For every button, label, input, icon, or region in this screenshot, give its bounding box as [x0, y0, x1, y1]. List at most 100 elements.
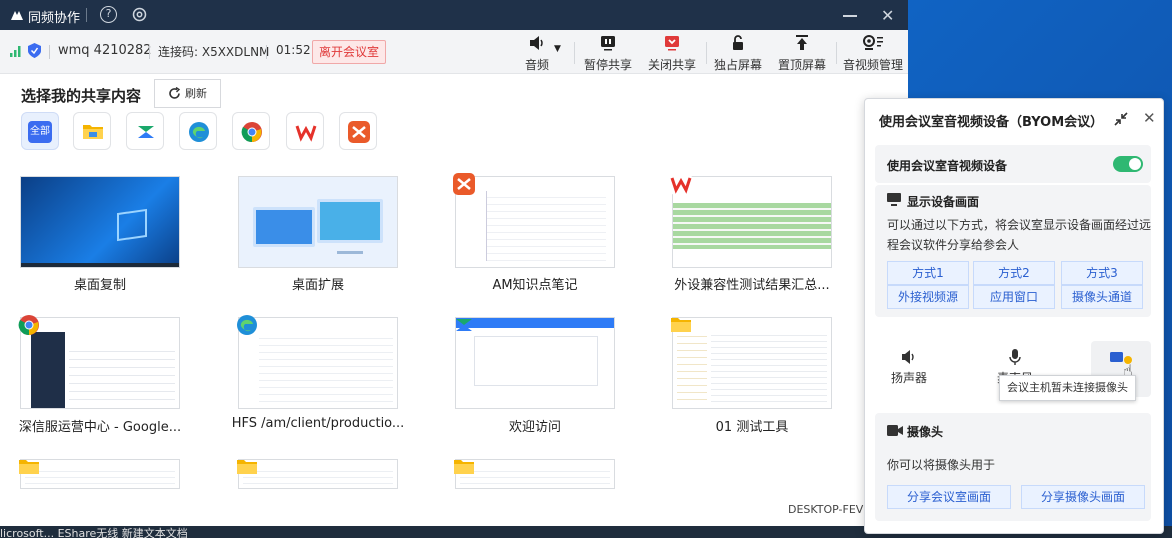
- share-section-title: 选择我的共享内容: [21, 87, 142, 105]
- camera-card: 摄像头 你可以将摄像头用于 分享会议室画面 分享摄像头画面: [875, 413, 1151, 521]
- share-item-test-tools[interactable]: [672, 317, 832, 409]
- folder-icon: [83, 125, 103, 139]
- title-separator: [86, 8, 87, 22]
- explorer-preview: [243, 466, 393, 488]
- toolbar-audio-label: 音频: [524, 58, 549, 72]
- share-camera-view-button[interactable]: 分享摄像头画面: [1021, 485, 1145, 509]
- share-item-explorer-1[interactable]: [20, 459, 180, 489]
- toolbar-av-manage[interactable]: 音视频管理: [842, 34, 904, 72]
- hostname: DESKTOP-FEVE: [788, 503, 871, 516]
- filter-file-explorer[interactable]: [73, 112, 111, 150]
- explorer-preview: [460, 466, 610, 488]
- toolbar-stop-share[interactable]: 关闭共享: [648, 34, 696, 72]
- share-item-label: 外设兼容性测试结果汇总...: [674, 278, 830, 293]
- video-camera-icon: [887, 425, 903, 436]
- share-item-label: 欢迎访问: [508, 420, 561, 435]
- filter-all[interactable]: 全部: [21, 112, 59, 150]
- share-item-am-notes[interactable]: [455, 176, 615, 268]
- share-item-welcome[interactable]: [455, 317, 615, 409]
- taskbar-text: licrosoft... EShare无线 新建文本文档: [0, 527, 188, 538]
- info-separator: [49, 45, 50, 59]
- toolbar-exclusive-label: 独占屏幕: [714, 58, 763, 72]
- leave-meeting-button[interactable]: 离开会议室: [312, 40, 386, 64]
- minimize-button[interactable]: [843, 15, 857, 17]
- toolbar-audio[interactable]: 音频: [520, 34, 554, 72]
- connection-code: 连接码: X5XXDLNM: [158, 45, 270, 59]
- filter-xmind[interactable]: [339, 112, 377, 150]
- av-manage-icon: [863, 35, 883, 50]
- share-item-explorer-3[interactable]: [455, 459, 615, 489]
- audio-dropdown-icon[interactable]: ▼: [554, 44, 561, 54]
- file-list-preview: [259, 332, 393, 402]
- option-camera-channel[interactable]: 摄像头通道: [1061, 285, 1143, 309]
- option-method-2[interactable]: 方式2: [973, 261, 1055, 285]
- toolbar-pause-share-label: 暂停共享: [584, 58, 633, 72]
- panel-close-button[interactable]: ✕: [1143, 109, 1156, 127]
- toolbar-exclusive-screen[interactable]: 独占屏幕: [714, 34, 762, 72]
- share-item-explorer-2[interactable]: [238, 459, 398, 489]
- console-table-preview: [69, 344, 175, 404]
- toolbar-pin-top[interactable]: 置顶屏幕: [778, 34, 826, 72]
- app-s-icon: [456, 319, 472, 331]
- toolbar-stop-share-label: 关闭共享: [648, 58, 697, 72]
- refresh-button[interactable]: 刷新: [154, 79, 221, 108]
- share-item-label: AM知识点笔记: [492, 278, 578, 293]
- chrome-icon: [18, 315, 39, 336]
- camera-tooltip: 会议主机暂未连接摄像头: [999, 375, 1136, 401]
- share-item-hfs[interactable]: [238, 317, 398, 409]
- option-method-3[interactable]: 方式3: [1061, 261, 1143, 285]
- share-item-label: 01 测试工具: [715, 420, 789, 435]
- spreadsheet-preview: [673, 203, 831, 249]
- main-window: 同频协作 ? ✕ wmq 4210282 连接码: X5XXDLNM 01:52…: [0, 0, 908, 526]
- help-icon[interactable]: ?: [100, 6, 117, 23]
- option-external-video[interactable]: 外接视频源: [887, 285, 969, 309]
- toolbar-separator: [706, 42, 707, 64]
- folder-icon: [454, 460, 474, 474]
- xmind-icon: [348, 121, 370, 143]
- file-grid-preview: [711, 330, 827, 406]
- share-item-sangfor-console[interactable]: [20, 317, 180, 409]
- option-app-window[interactable]: 应用窗口: [973, 285, 1055, 309]
- document-preview: [486, 191, 606, 261]
- monitor-left-icon: [253, 207, 315, 247]
- monitor-stand: [337, 251, 363, 254]
- display-device-desc-line1: 可以通过以下方式，将会议室显示设备画面经过远: [887, 218, 1152, 232]
- share-item-desktop-copy[interactable]: [20, 176, 180, 268]
- explorer-preview: [25, 466, 175, 488]
- toolbar-pause-share[interactable]: 暂停共享: [584, 34, 632, 72]
- option-method-1[interactable]: 方式1: [887, 261, 969, 285]
- room-devices-toggle[interactable]: [1113, 156, 1143, 172]
- filter-wps[interactable]: [286, 112, 324, 150]
- gear-icon[interactable]: [131, 6, 148, 23]
- close-window-button[interactable]: ✕: [881, 6, 894, 25]
- device-camera[interactable]: [1091, 349, 1151, 369]
- pause-share-icon: [601, 36, 615, 51]
- toolbar-av-manage-label: 音视频管理: [842, 58, 903, 72]
- filter-chrome[interactable]: [232, 112, 270, 150]
- lock-icon: [733, 35, 743, 50]
- share-item-test-results[interactable]: [672, 176, 832, 268]
- meeting-timer: 01:52: [276, 43, 311, 57]
- camera-card-desc: 你可以将摄像头用于: [887, 458, 996, 472]
- speaker-icon: [902, 350, 914, 364]
- room-devices-toggle-label: 使用会议室音视频设备: [887, 159, 1008, 173]
- device-speaker-label: 扬声器: [890, 371, 927, 385]
- wps-icon: [670, 173, 692, 195]
- filter-app-s[interactable]: [126, 112, 164, 150]
- app-name: 同频协作: [28, 11, 81, 26]
- info-separator: [149, 45, 150, 59]
- filter-all-label: 全部: [28, 121, 52, 143]
- share-room-view-button[interactable]: 分享会议室画面: [887, 485, 1011, 509]
- wps-icon: [295, 121, 317, 143]
- display-device-title: 显示设备画面: [907, 195, 980, 209]
- monitor-icon: [887, 193, 901, 206]
- collapse-icon[interactable]: [1113, 111, 1129, 127]
- refresh-icon: [169, 87, 181, 99]
- filter-edge[interactable]: [179, 112, 217, 150]
- welcome-dialog-preview: [474, 336, 598, 386]
- share-item-desktop-extend[interactable]: [238, 176, 398, 268]
- desktop-preview: [21, 177, 179, 267]
- app-s-icon: [138, 126, 154, 138]
- share-item-label: 深信服运营中心 - Google...: [18, 420, 182, 435]
- device-speaker[interactable]: 扬声器: [879, 349, 939, 386]
